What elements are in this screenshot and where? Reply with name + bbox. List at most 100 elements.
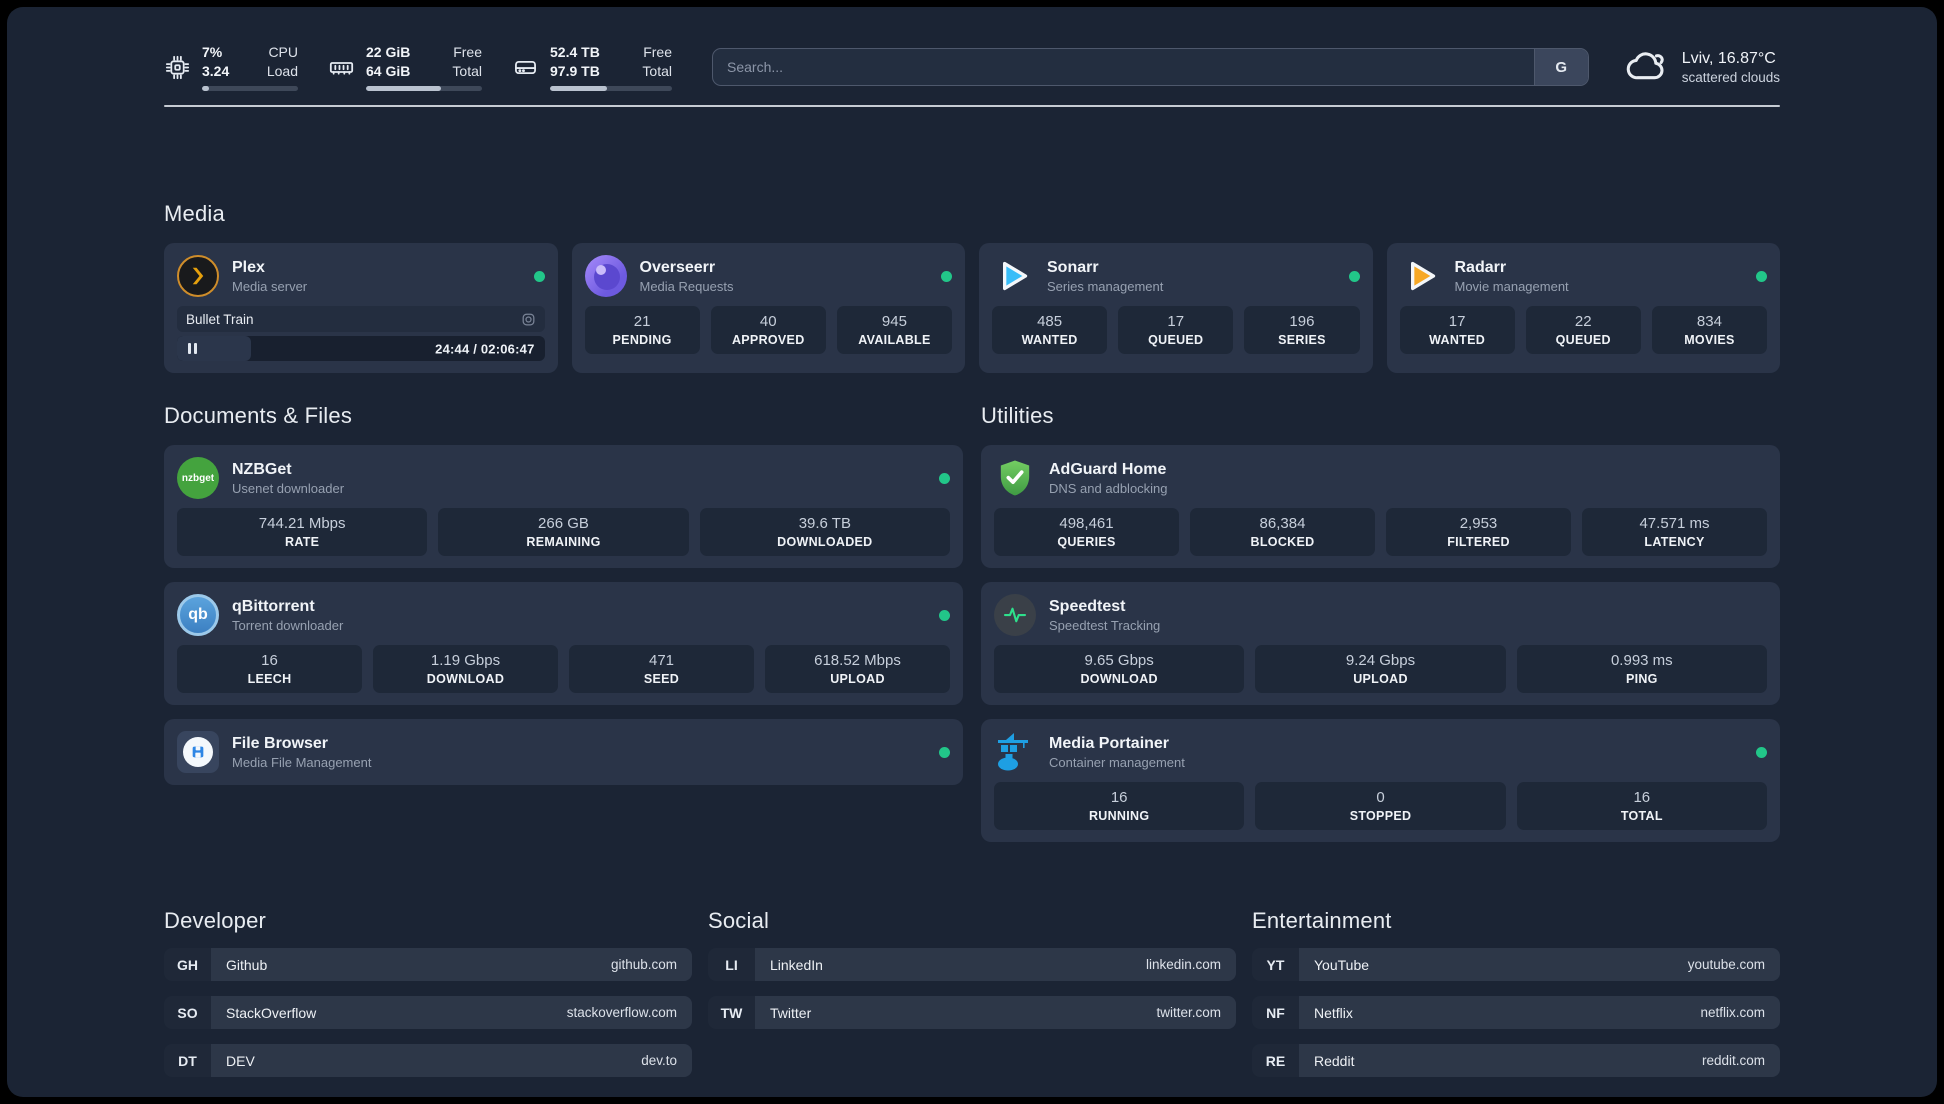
stat-remaining: 266 GB REMAINING	[438, 508, 689, 557]
overseerr-icon	[584, 255, 627, 298]
portainer-icon	[994, 731, 1036, 773]
stat-label: WANTED	[1429, 333, 1486, 348]
stat-value: 22	[1574, 313, 1592, 331]
stat-value: 196	[1289, 313, 1315, 331]
entertainment-section-heading: Entertainment	[1252, 908, 1392, 934]
stat-leech: 16 LEECH	[177, 645, 362, 694]
now-playing-title: Bullet Train	[186, 311, 254, 327]
pause-icon[interactable]	[188, 343, 197, 355]
disk-icon	[512, 54, 539, 81]
app-name: Plex	[232, 258, 265, 276]
storage-progress-bar	[550, 86, 672, 92]
stat-series: 196 SERIES	[1244, 306, 1360, 355]
stat-blocked: 86,384 BLOCKED	[1190, 508, 1375, 557]
app-card-speedtest[interactable]: Speedtest Speedtest Tracking 9.65 Gbps D…	[981, 582, 1780, 706]
app-card-qbittorrent[interactable]: qb qBittorrent Torrent downloader 16 LEE…	[164, 582, 963, 706]
now-playing-row: Bullet Train	[177, 306, 545, 333]
app-card-portainer[interactable]: Media Portainer Container management 16 …	[981, 719, 1780, 843]
stat-label: DOWNLOAD	[426, 672, 505, 687]
stat-label: AVAILABLE	[858, 333, 931, 348]
bookmark-name: YouTube	[1314, 956, 1370, 973]
stat-upload: 9.24 Gbps UPLOAD	[1255, 645, 1506, 694]
playback-progress-bar[interactable]: 24:44 / 02:06:47	[177, 336, 545, 362]
stat-label: QUEUED	[1555, 333, 1611, 348]
bookmark-dev[interactable]: DT DEV dev.to	[164, 1044, 692, 1078]
storage-free-label: Free	[643, 44, 672, 60]
bookmark-url: dev.to	[641, 1053, 677, 1069]
stat-filtered: 2,953 FILTERED	[1386, 508, 1571, 557]
app-description: Media server	[232, 278, 308, 294]
adguard-icon	[994, 457, 1036, 499]
stat-value: 9.65 Gbps	[1084, 652, 1154, 670]
qbittorrent-icon: qb	[177, 594, 219, 637]
stat-value: 834	[1696, 313, 1722, 331]
settings-icon[interactable]	[521, 312, 536, 327]
stat-value: 498,461	[1059, 515, 1114, 533]
cpu-load-value: 3.24	[202, 63, 230, 80]
app-description: Usenet downloader	[232, 480, 345, 496]
stat-label: TOTAL	[1620, 809, 1663, 824]
app-card-overseerr[interactable]: Overseerr Media Requests 21 PENDING 40 A…	[571, 243, 965, 374]
media-section-heading: Media	[164, 201, 225, 227]
stat-value: 266 GB	[538, 515, 589, 533]
stat-label: DOWNLOADED	[777, 535, 873, 550]
social-section-heading: Social	[708, 908, 770, 934]
app-name: Speedtest	[1049, 597, 1126, 615]
stat-queued: 22 QUEUED	[1525, 306, 1641, 355]
bookmark-reddit[interactable]: RE Reddit reddit.com	[1252, 1044, 1780, 1078]
search-bar[interactable]: G	[712, 48, 1589, 87]
memory-stat: 22 GiB 64 GiB Free Total	[328, 43, 482, 92]
stat-value: 1.19 Gbps	[430, 652, 501, 670]
stat-value: 471	[648, 652, 675, 670]
app-card-radarr[interactable]: Radarr Movie management 17 WANTED 22 QUE…	[1386, 243, 1780, 374]
stat-label: WANTED	[1021, 333, 1078, 348]
stat-value: 9.24 Gbps	[1345, 652, 1416, 670]
bookmark-url: linkedin.com	[1145, 957, 1221, 973]
stat-value: 945	[881, 313, 907, 331]
app-card-sonarr[interactable]: Sonarr Series management 485 WANTED 17 Q…	[979, 243, 1373, 374]
stat-value: 16	[261, 652, 278, 670]
bookmark-twitter[interactable]: TW Twitter twitter.com	[708, 996, 1236, 1030]
app-card-adguard[interactable]: AdGuard Home DNS and adblocking 498,461 …	[981, 445, 1780, 569]
bookmark-github[interactable]: GH Github github.com	[164, 948, 692, 982]
section-developer: Developer GH Github github.com SO StackO…	[164, 908, 692, 1078]
status-online-dot	[533, 270, 545, 282]
stat-label: RUNNING	[1088, 809, 1150, 824]
bookmark-netflix[interactable]: NF Netflix netflix.com	[1252, 996, 1780, 1030]
stat-value: 618.52 Mbps	[814, 652, 901, 670]
app-card-plex[interactable]: Plex Media server Bullet Train 24:44 / 0…	[164, 243, 558, 374]
bookmark-name: Reddit	[1314, 1052, 1355, 1069]
app-name: File Browser	[232, 734, 329, 752]
status-online-dot	[939, 609, 950, 621]
bookmark-name: Twitter	[770, 1004, 812, 1021]
stat-running: 16 RUNNING	[994, 782, 1245, 831]
storage-free-value: 52.4 TB	[550, 44, 600, 60]
search-engine-button[interactable]: G	[1533, 49, 1588, 86]
bookmark-stackoverflow[interactable]: SO StackOverflow stackoverflow.com	[164, 996, 692, 1030]
status-online-dot	[1348, 270, 1360, 282]
stat-wanted: 17 WANTED	[1399, 306, 1515, 355]
search-input[interactable]	[713, 49, 1534, 86]
bookmark-abbr: SO	[164, 996, 211, 1030]
developer-section-heading: Developer	[164, 908, 267, 934]
system-stats: 7% 3.24 CPU Load 22 GiB 64 GiB Free Tota…	[164, 43, 672, 92]
stat-total: 16 TOTAL	[1516, 782, 1767, 831]
bookmark-linkedin[interactable]: LI LinkedIn linkedin.com	[708, 948, 1236, 982]
cloud-icon	[1625, 48, 1669, 87]
app-card-filebrowser[interactable]: File Browser Media File Management	[164, 719, 963, 786]
cpu-progress-bar	[202, 86, 298, 92]
stat-label: QUERIES	[1057, 535, 1116, 550]
bookmark-name: LinkedIn	[770, 956, 823, 973]
app-card-nzbget[interactable]: nzbget NZBGet Usenet downloader 744.21 M…	[164, 445, 963, 569]
memory-free-value: 22 GiB	[366, 44, 411, 60]
stat-label: QUEUED	[1148, 333, 1204, 348]
status-online-dot	[1756, 746, 1767, 758]
stat-label: UPLOAD	[830, 672, 885, 687]
storage-stat: 52.4 TB 97.9 TB Free Total	[512, 43, 672, 92]
section-media: Media Plex Media server Bullet Train 24:…	[164, 201, 1780, 374]
bookmark-abbr: YT	[1252, 948, 1299, 982]
stat-value: 21	[633, 313, 651, 331]
stat-label: APPROVED	[731, 333, 805, 348]
app-name: Radarr	[1454, 258, 1507, 276]
bookmark-youtube[interactable]: YT YouTube youtube.com	[1252, 948, 1780, 982]
